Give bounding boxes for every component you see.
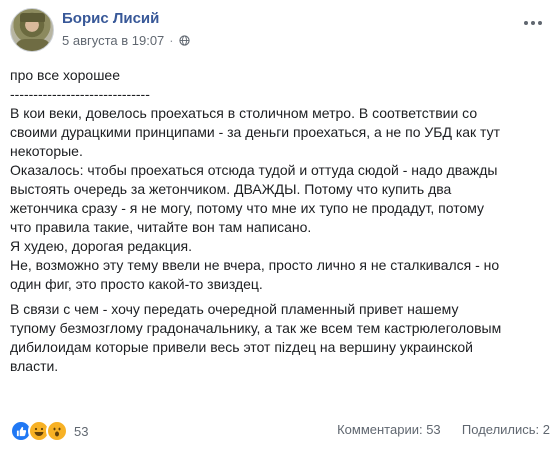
post-header: Борис Лисий 5 августа в 19:07 · <box>10 6 550 54</box>
post-line: тупому безмозглому градоначальнику, а та… <box>10 320 502 336</box>
dot-icon <box>524 21 528 25</box>
avatar-cap <box>20 13 45 22</box>
wow-reaction-icon <box>46 420 68 442</box>
post-meta: 5 августа в 19:07 · <box>62 33 190 48</box>
comments-count-link[interactable]: Комментарии: 53 <box>337 422 441 437</box>
post-line: ------------------------------ <box>10 86 150 102</box>
globe-icon[interactable] <box>178 35 190 46</box>
post-paragraph: В связи с чем - хочу передать очередной … <box>10 300 550 376</box>
post-line: Я худею, дорогая редакция. <box>10 238 193 254</box>
post-stats: Комментарии: 53 Поделились: 2 <box>337 422 550 437</box>
post-line: В кои веки, довелось проехаться в столич… <box>10 105 478 121</box>
more-options-button[interactable] <box>524 16 546 30</box>
author-name[interactable]: Борис Лисий <box>62 10 159 27</box>
reactions-summary[interactable]: 53 <box>10 420 88 442</box>
reaction-count[interactable]: 53 <box>74 424 88 439</box>
shares-count-link[interactable]: Поделились: 2 <box>462 422 550 437</box>
post-line: один фиг, это просто какой-то звиздец. <box>10 276 263 292</box>
post-line: некоторые. <box>10 143 83 159</box>
post-line: В связи с чем - хочу передать очередной … <box>10 301 459 317</box>
avatar-body <box>15 39 51 51</box>
post-date[interactable]: 5 августа в 19:07 <box>62 33 164 48</box>
post-line: своими дурацкими принципами - за деньги … <box>10 124 501 140</box>
post-line: выстоять очередь за жетончиком. ДВАЖДЫ. … <box>10 181 452 197</box>
post-line: что правила такие, читайте вон там напис… <box>10 219 312 235</box>
avatar[interactable] <box>10 8 54 52</box>
post-line: Оказалось: чтобы проехаться отсюда тудой… <box>10 162 498 178</box>
post-line: власти. <box>10 358 59 374</box>
post-paragraph: про все хорошее ------------------------… <box>10 66 550 294</box>
post-footer: 53 Комментарии: 53 Поделились: 2 <box>10 420 550 442</box>
meta-separator: · <box>169 33 174 48</box>
dot-icon <box>538 21 542 25</box>
post-line: про все хорошее <box>10 67 121 83</box>
dot-icon <box>531 21 535 25</box>
post-line: жетончика сразу - я не могу, потому что … <box>10 200 485 216</box>
post-line: Не, возможно эту тему ввели не вчера, пр… <box>10 257 500 273</box>
post-line: дибилоидам которые привели весь этот пiz… <box>10 339 473 355</box>
post-text: про все хорошее ------------------------… <box>10 66 550 382</box>
